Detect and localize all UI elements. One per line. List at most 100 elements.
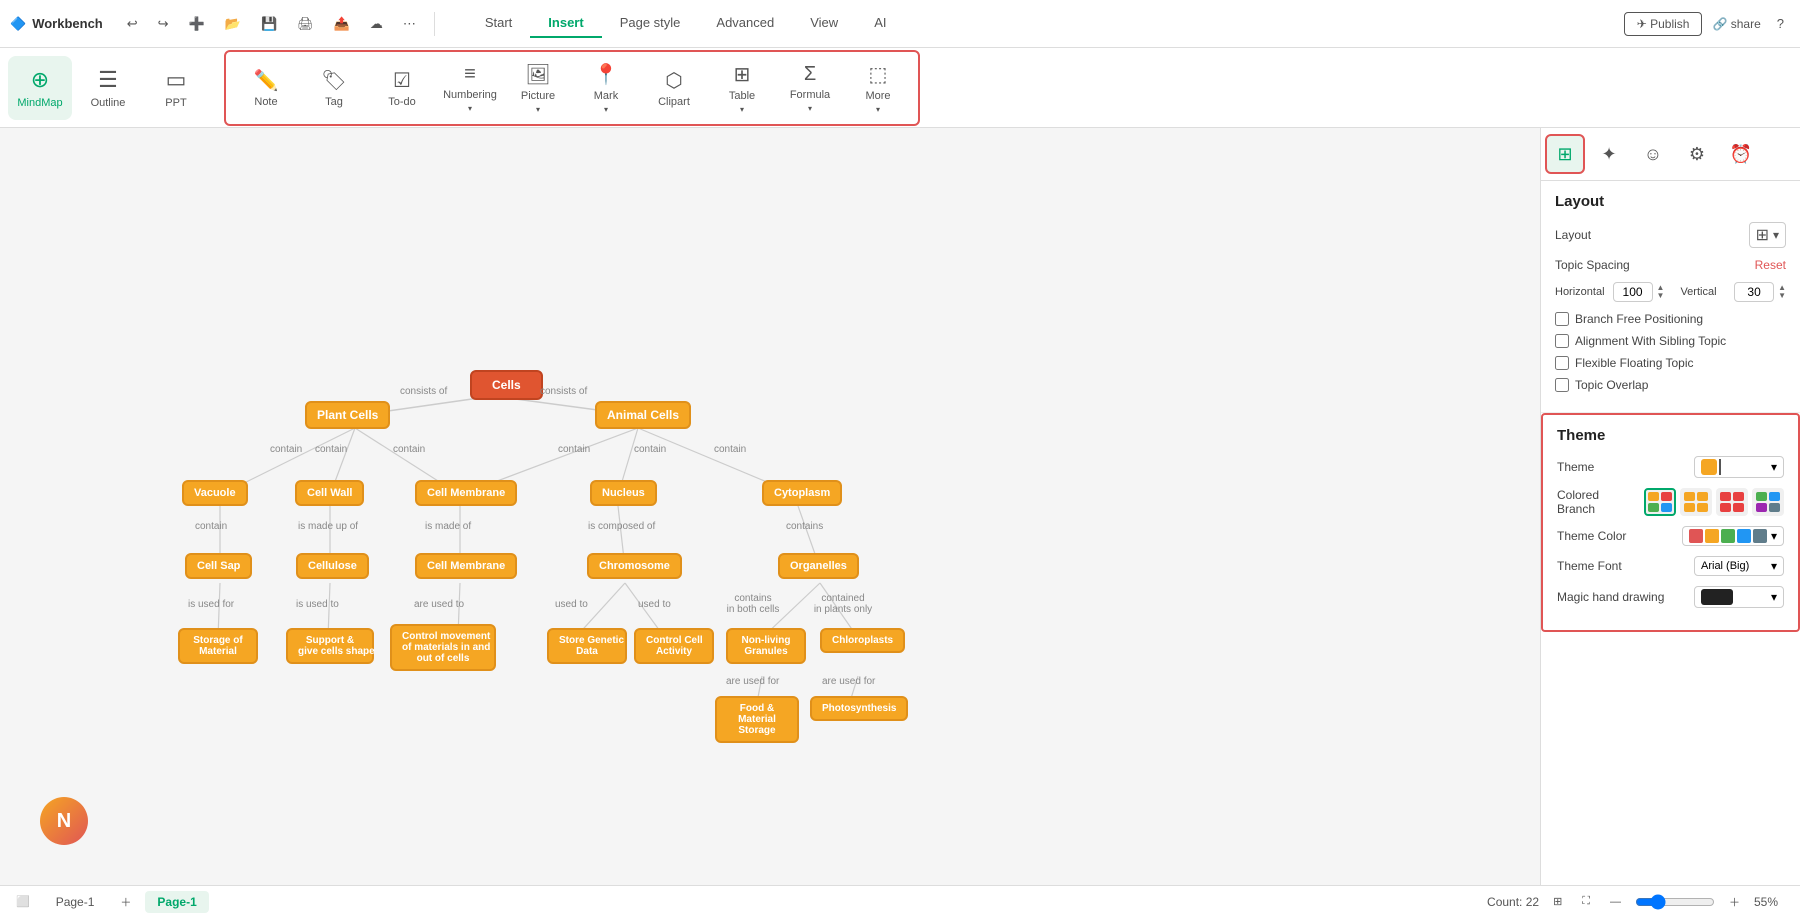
- redo-button[interactable]: ↪: [152, 12, 175, 36]
- panel-toggle[interactable]: ›: [1540, 138, 1541, 170]
- more-options-button[interactable]: ⋯: [397, 12, 422, 36]
- node-organelles[interactable]: Organelles: [778, 553, 859, 579]
- export-button[interactable]: 📤: [328, 12, 356, 36]
- zoom-in-button[interactable]: ＋: [1723, 892, 1746, 912]
- tag-icon: 🏷: [321, 68, 346, 93]
- node-nucleus[interactable]: Nucleus: [590, 480, 657, 506]
- share-button[interactable]: 🔗 share: [1712, 17, 1760, 31]
- colored-branch-option-1[interactable]: [1644, 488, 1676, 516]
- edge-label: used to: [638, 599, 671, 610]
- reset-button[interactable]: Reset: [1755, 258, 1786, 272]
- todo-button[interactable]: ☑ To-do: [370, 56, 434, 120]
- add-page-button[interactable]: ＋: [114, 892, 137, 912]
- zoom-slider[interactable]: [1635, 894, 1715, 910]
- vertical-down[interactable]: ▼: [1778, 292, 1786, 300]
- node-store-genetic[interactable]: Store GeneticData: [547, 628, 627, 664]
- node-storage[interactable]: Storage ofMaterial: [178, 628, 258, 664]
- node-animal-cells[interactable]: Animal Cells: [595, 401, 691, 429]
- fit-button[interactable]: ⊞: [1547, 893, 1568, 910]
- theme-dropdown[interactable]: ▾: [1694, 456, 1784, 478]
- formula-icon: Σ: [804, 63, 816, 86]
- active-page-tab[interactable]: Page-1: [145, 891, 208, 913]
- node-cytoplasm[interactable]: Cytoplasm: [762, 480, 842, 506]
- node-cells[interactable]: Cells: [470, 370, 543, 400]
- node-chloroplasts[interactable]: Chloroplasts: [820, 628, 905, 653]
- node-support[interactable]: Support &give cells shape: [286, 628, 374, 664]
- table-button[interactable]: ⊞ Table ▾: [710, 56, 774, 120]
- colored-branch-option-3[interactable]: [1716, 488, 1748, 516]
- node-cellulose[interactable]: Cellulose: [296, 553, 369, 579]
- tag-button[interactable]: 🏷 Tag: [302, 56, 366, 120]
- node-cell-membrane-2[interactable]: Cell Membrane: [415, 553, 517, 579]
- horizontal-down[interactable]: ▼: [1657, 292, 1665, 300]
- edge-label: is used to: [296, 599, 339, 610]
- insert-toolbar: ✏️ Note 🏷 Tag ☑ To-do ≡ Numbering ▾ 🖼 Pi…: [224, 50, 920, 126]
- topic-overlap-checkbox[interactable]: [1555, 378, 1569, 392]
- node-vacuole[interactable]: Vacuole: [182, 480, 248, 506]
- colored-branch-option-4[interactable]: [1752, 488, 1784, 516]
- cloud-button[interactable]: ☁: [364, 12, 389, 36]
- formula-button[interactable]: Σ Formula ▾: [778, 56, 842, 120]
- panel-toggle-button[interactable]: ⬜: [10, 893, 36, 910]
- tab-view[interactable]: View: [792, 9, 856, 38]
- print-button[interactable]: 🖨: [291, 12, 320, 36]
- nav-tabs: Start Insert Page style Advanced View AI: [467, 9, 905, 38]
- horizontal-input[interactable]: [1613, 282, 1653, 302]
- node-plant-cells[interactable]: Plant Cells: [305, 401, 390, 429]
- node-cell-sap[interactable]: Cell Sap: [185, 553, 252, 579]
- tab-start[interactable]: Start: [467, 9, 530, 38]
- node-cell-membrane-1[interactable]: Cell Membrane: [415, 480, 517, 506]
- layout-dropdown[interactable]: ⊞ ▾: [1749, 222, 1786, 248]
- clipart-button[interactable]: ⬡ Clipart: [642, 56, 706, 120]
- vertical-input[interactable]: [1734, 282, 1774, 302]
- node-photosynthesis[interactable]: Photosynthesis: [810, 696, 908, 721]
- panel-sparkle-icon[interactable]: ✦: [1589, 134, 1629, 174]
- alignment-sibling-checkbox[interactable]: [1555, 334, 1569, 348]
- fullscreen-button[interactable]: ⛶: [1576, 893, 1596, 910]
- flexible-floating-checkbox[interactable]: [1555, 356, 1569, 370]
- node-nonliving[interactable]: Non-livingGranules: [726, 628, 806, 664]
- node-control-cell[interactable]: Control CellActivity: [634, 628, 714, 664]
- publish-button[interactable]: ✈ Publish: [1624, 12, 1703, 36]
- tab-advanced[interactable]: Advanced: [698, 9, 792, 38]
- node-chromosome[interactable]: Chromosome: [587, 553, 682, 579]
- zoom-out-button[interactable]: —: [1604, 894, 1627, 910]
- panel-clock-icon[interactable]: ⏰: [1721, 134, 1761, 174]
- new-button[interactable]: ➕: [183, 12, 211, 36]
- topic-overlap-row: Topic Overlap: [1555, 378, 1786, 392]
- mark-button[interactable]: 📍 Mark ▾: [574, 56, 638, 120]
- help-button[interactable]: ?: [1771, 12, 1790, 35]
- theme-font-dropdown[interactable]: Arial (Big) ▾: [1694, 556, 1784, 576]
- tab-page-style[interactable]: Page style: [602, 9, 699, 38]
- horizontal-spinner: ▲ ▼: [1613, 282, 1665, 302]
- more-button[interactable]: ⬚ More ▾: [846, 56, 910, 120]
- mode-mindmap[interactable]: ⊕ MindMap: [8, 56, 72, 120]
- separator: [434, 12, 435, 36]
- mode-outline[interactable]: ☰ Outline: [76, 56, 140, 120]
- magic-hand-dropdown[interactable]: ▾: [1694, 586, 1784, 608]
- undo-button[interactable]: ↩: [121, 12, 144, 36]
- branch-free-checkbox[interactable]: [1555, 312, 1569, 326]
- tab-insert[interactable]: Insert: [530, 9, 601, 38]
- note-button[interactable]: ✏️ Note: [234, 56, 298, 120]
- edge-label: is composed of: [588, 521, 655, 532]
- tab-ai[interactable]: AI: [856, 9, 904, 38]
- open-button[interactable]: 📂: [219, 12, 247, 36]
- node-control-move[interactable]: Control movementof materials in andout o…: [390, 624, 496, 671]
- canvas[interactable]: Cells Plant Cells Animal Cells consists …: [0, 128, 1540, 885]
- theme-font-row: Theme Font Arial (Big) ▾: [1557, 556, 1784, 576]
- node-food[interactable]: Food &MaterialStorage: [715, 696, 799, 743]
- mode-ppt[interactable]: ▭ PPT: [144, 56, 208, 120]
- vertical-label: Vertical: [1680, 286, 1726, 298]
- panel-settings-icon[interactable]: ⚙: [1677, 134, 1717, 174]
- node-cell-wall[interactable]: Cell Wall: [295, 480, 364, 506]
- numbering-button[interactable]: ≡ Numbering ▾: [438, 56, 502, 120]
- panel-smiley-icon[interactable]: ☺: [1633, 134, 1673, 174]
- colored-branch-option-2[interactable]: [1680, 488, 1712, 516]
- layout-row: Layout ⊞ ▾: [1555, 222, 1786, 248]
- picture-button[interactable]: 🖼 Picture ▾: [506, 56, 570, 120]
- theme-color-dropdown[interactable]: ▾: [1682, 526, 1784, 546]
- save-button[interactable]: 💾: [255, 12, 283, 36]
- panel-layout-icon[interactable]: ⊞: [1545, 134, 1585, 174]
- page-tab-1[interactable]: Page-1: [44, 891, 107, 913]
